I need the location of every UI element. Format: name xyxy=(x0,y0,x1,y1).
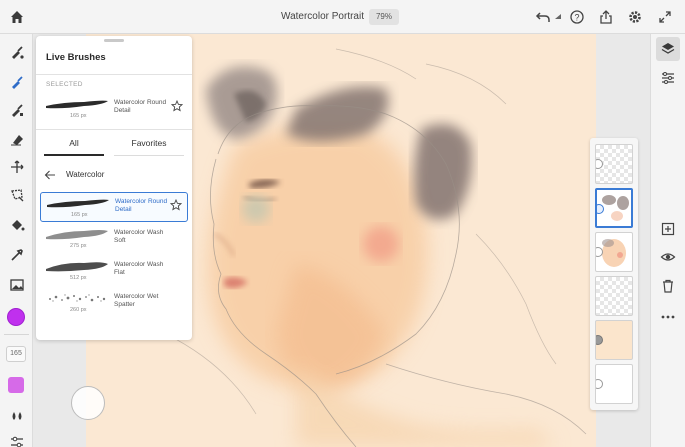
category-name: Watercolor xyxy=(66,170,105,179)
back-arrow-icon[interactable] xyxy=(44,169,56,181)
top-bar: Watercolor Portrait 79% ? xyxy=(0,0,685,34)
svg-text:?: ? xyxy=(574,13,579,23)
add-layer-icon[interactable] xyxy=(659,220,677,238)
tab-all[interactable]: All xyxy=(44,136,104,156)
category-back-row[interactable]: Watercolor xyxy=(44,168,184,182)
brush-item[interactable]: 260 px Watercolor Wet Spatter xyxy=(40,288,188,318)
brush-name: Watercolor Wash Flat xyxy=(114,261,164,276)
brush-stroke-preview xyxy=(49,294,106,302)
fill-icon[interactable] xyxy=(7,215,27,235)
favorite-star-icon[interactable] xyxy=(171,100,183,112)
eraser-icon[interactable] xyxy=(7,129,27,149)
panel-title: Live Brushes xyxy=(46,52,106,63)
panel-divider xyxy=(36,129,192,130)
zoom-level[interactable]: 79% xyxy=(369,9,399,25)
undo-options-icon[interactable] xyxy=(549,8,567,26)
favorite-star-icon[interactable] xyxy=(170,199,182,211)
brush-size-label: 512 px xyxy=(70,275,87,281)
layer-thumbnail[interactable] xyxy=(595,320,633,360)
tab-favorites[interactable]: Favorites xyxy=(114,136,184,156)
layer-thumbnail[interactable] xyxy=(595,276,633,316)
vector-brush-icon[interactable] xyxy=(7,100,27,120)
adjust-icon[interactable] xyxy=(7,432,27,447)
live-brush-icon[interactable] xyxy=(7,42,27,62)
right-tool-rail xyxy=(650,34,685,447)
delete-icon[interactable] xyxy=(659,277,677,295)
layer-thumbnail[interactable] xyxy=(595,144,633,184)
layer-thumbnail[interactable] xyxy=(595,188,633,228)
flow-swatch[interactable] xyxy=(8,377,24,393)
home-icon[interactable] xyxy=(8,8,26,26)
brush-name: Watercolor Round Detail xyxy=(114,99,167,114)
lasso-icon[interactable] xyxy=(7,185,27,205)
visibility-icon[interactable] xyxy=(659,248,677,266)
brush-stroke-preview xyxy=(46,230,108,240)
water-control-icon[interactable] xyxy=(7,406,27,426)
fullscreen-icon[interactable] xyxy=(656,8,674,26)
brush-name: Watercolor Wash Soft xyxy=(114,229,164,244)
panel-drag-handle[interactable] xyxy=(104,39,124,42)
live-brushes-panel: Live Brushes SELECTED 165 px Watercolor … xyxy=(36,36,192,340)
layer-thumbnail[interactable] xyxy=(595,364,633,404)
brush-item[interactable]: 165 px Watercolor Round Detail xyxy=(40,192,188,222)
brush-filter-tabs: All Favorites xyxy=(44,136,184,156)
layer-properties-icon[interactable] xyxy=(659,69,677,87)
brush-stroke-preview xyxy=(46,262,108,272)
brush-size-label: 275 px xyxy=(70,243,87,249)
panel-divider xyxy=(36,74,192,75)
document-title[interactable]: Watercolor Portrait xyxy=(281,11,364,22)
settings-icon[interactable] xyxy=(626,8,644,26)
layer-visibility-icon[interactable] xyxy=(596,379,603,389)
color-swatch[interactable] xyxy=(7,308,25,326)
brush-name: Watercolor Round Detail xyxy=(115,198,168,213)
layers-panel xyxy=(590,138,638,410)
image-icon[interactable] xyxy=(7,275,27,295)
eyedropper-icon[interactable] xyxy=(7,245,27,265)
brush-item[interactable]: 275 px Watercolor Wash Soft xyxy=(40,224,188,254)
brush-size-value[interactable]: 165 xyxy=(6,346,26,362)
brush-name: Watercolor Wet Spatter xyxy=(114,293,159,308)
left-tool-rail: 165 xyxy=(0,34,33,447)
selected-section-label: SELECTED xyxy=(46,81,83,88)
help-icon[interactable]: ? xyxy=(568,8,586,26)
transform-icon[interactable] xyxy=(7,157,27,177)
layer-visibility-icon[interactable] xyxy=(596,335,603,345)
layer-thumbnail[interactable] xyxy=(595,232,633,272)
pixel-brush-icon[interactable] xyxy=(7,72,27,92)
brush-size-label: 165 px xyxy=(70,113,87,119)
brush-item[interactable]: 512 px Watercolor Wash Flat xyxy=(40,256,188,286)
layer-visibility-icon[interactable] xyxy=(596,159,603,169)
brush-stroke-preview xyxy=(47,199,109,208)
brush-stroke-preview xyxy=(46,100,108,109)
layers-icon[interactable] xyxy=(656,37,680,61)
rail-divider xyxy=(4,334,29,335)
touch-modifier-button[interactable] xyxy=(71,386,105,420)
selected-brush[interactable]: 165 px Watercolor Round Detail xyxy=(40,94,188,124)
share-icon[interactable] xyxy=(597,8,615,26)
brush-size-label: 165 px xyxy=(71,212,88,218)
more-icon[interactable] xyxy=(659,308,677,326)
brush-size-label: 260 px xyxy=(70,307,87,313)
